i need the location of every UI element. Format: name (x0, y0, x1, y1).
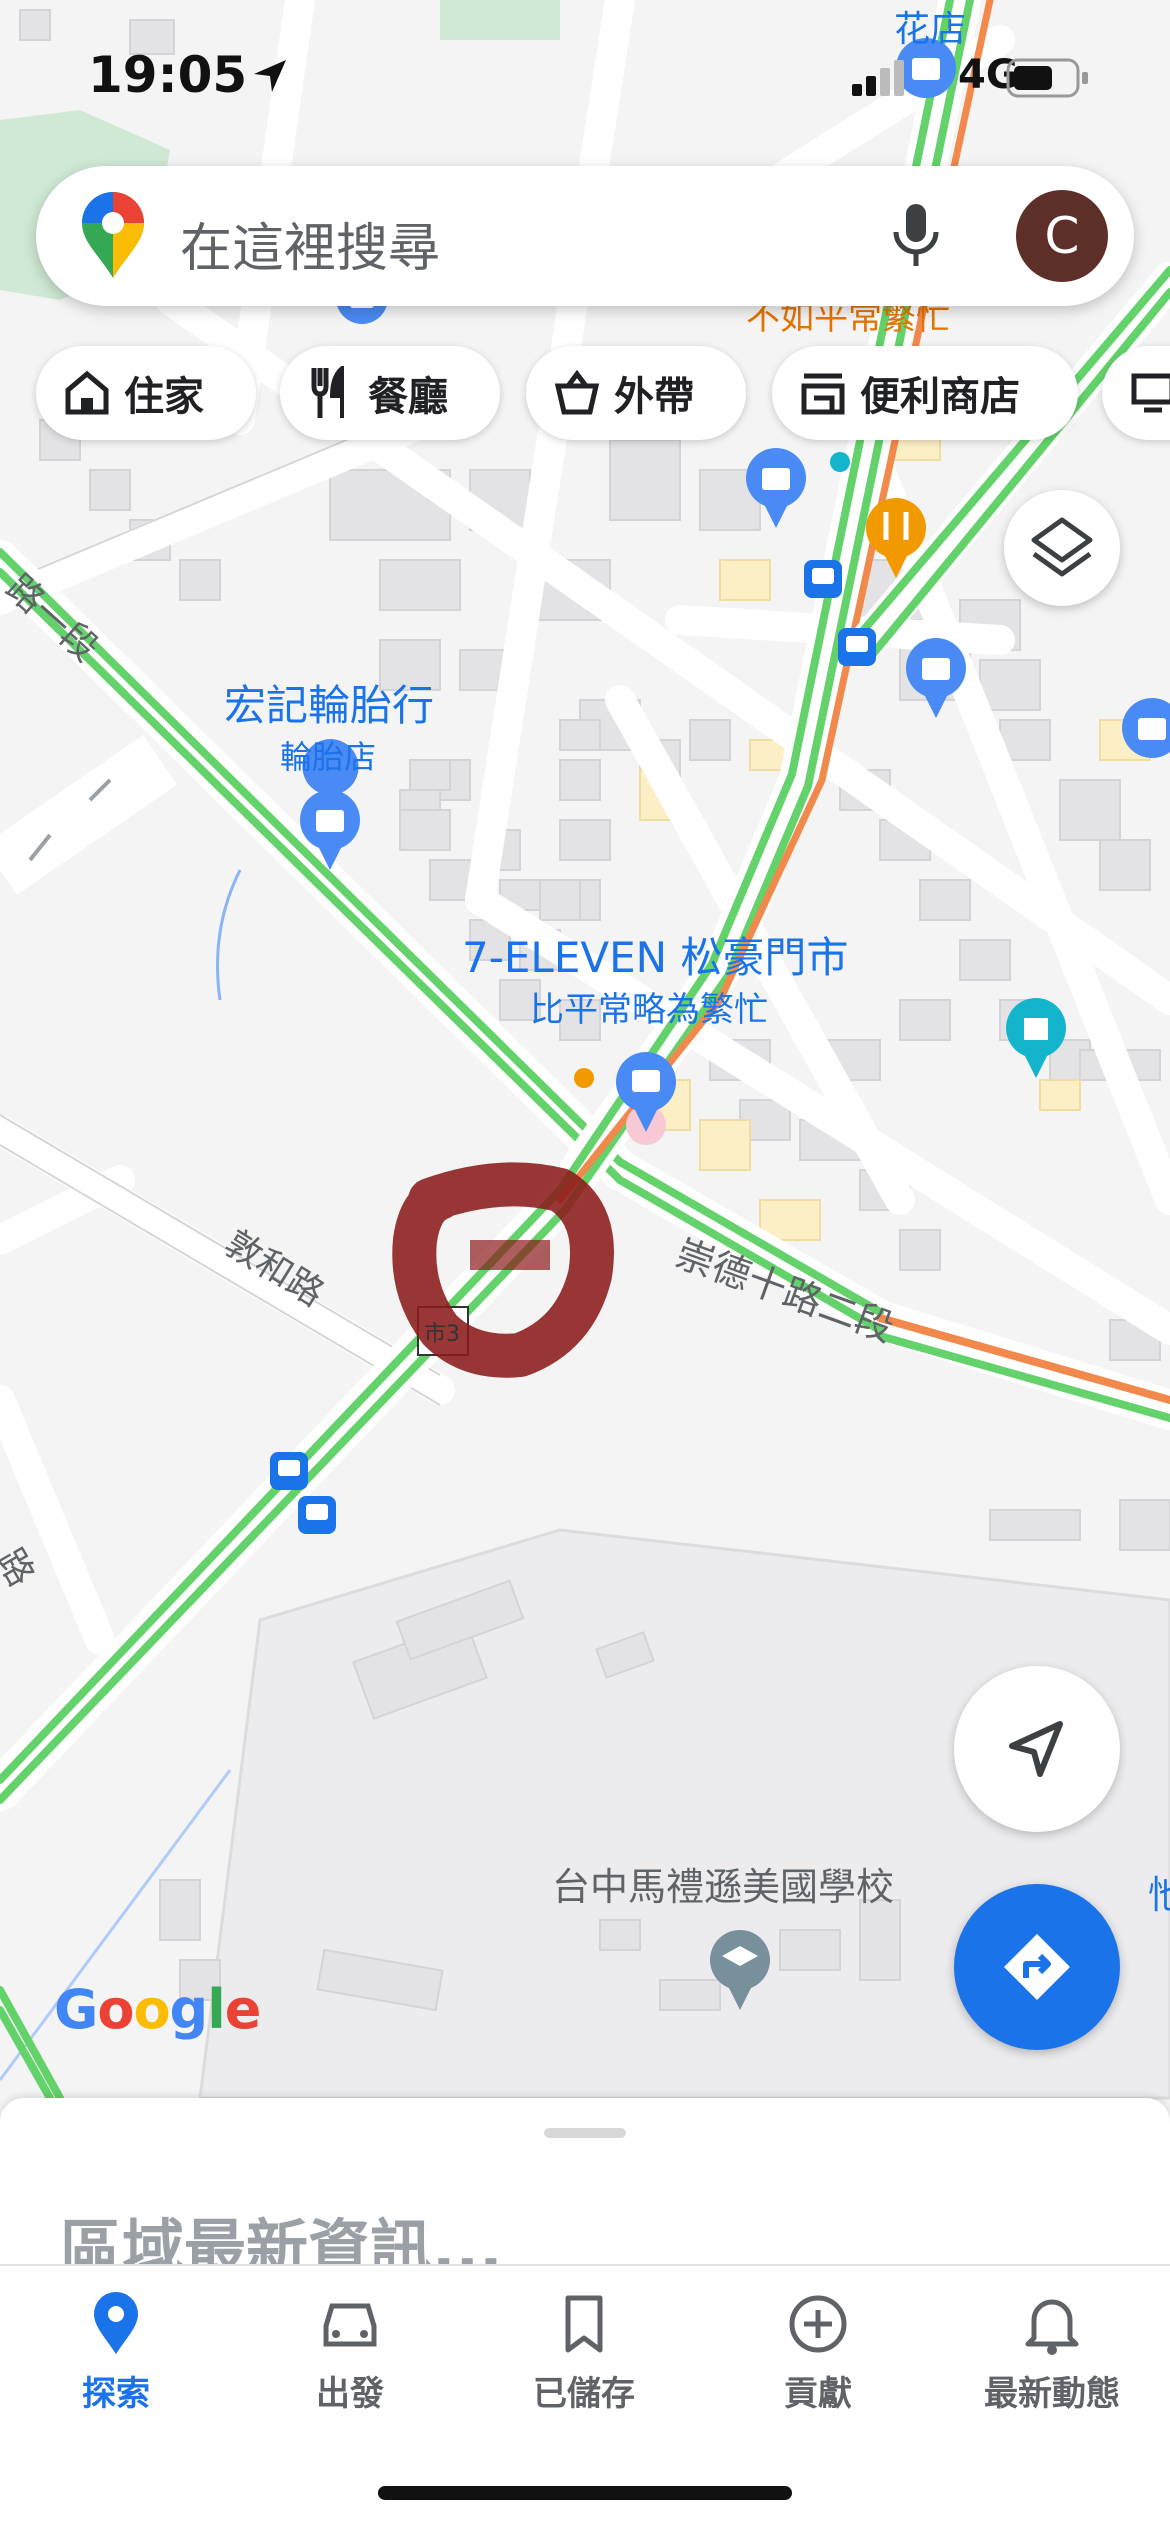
google-logo: Google (54, 1978, 261, 2041)
avatar[interactable]: C (1016, 190, 1108, 282)
chip-convenience-store-label: 便利商店 (860, 374, 1020, 420)
more-category-icon (1131, 373, 1170, 413)
directions-icon (1004, 1934, 1070, 2000)
nav-contribute-label: 貢獻 (784, 2374, 852, 2414)
nav-saved-label: 已儲存 (533, 2374, 635, 2414)
bus-stop-icon[interactable] (298, 1496, 336, 1534)
nav-saved[interactable]: 已儲存 (484, 2292, 684, 2415)
route-marker-label: 市3 (424, 1322, 460, 1347)
poi-dot[interactable] (830, 452, 850, 472)
bus-stop-icon[interactable] (804, 560, 842, 598)
map-label-seven-eleven[interactable]: 7-ELEVEN 松豪門市 (462, 924, 848, 985)
map-label-school[interactable]: 台中馬禮遜美國學校 (552, 1856, 894, 1911)
search-bar[interactable]: 在這裡搜尋 C (36, 166, 1134, 306)
chip-restaurant[interactable]: 餐廳 (280, 346, 500, 440)
restaurant-icon (311, 366, 344, 418)
nav-explore-label: 探索 (82, 2374, 150, 2414)
chip-convenience-store[interactable]: 便利商店 (772, 346, 1078, 440)
map-label-right-edge: 忚 (1148, 1873, 1170, 1917)
store-icon (801, 373, 845, 415)
bus-stop-icon[interactable] (838, 628, 876, 666)
layers-icon (1031, 517, 1093, 577)
search-placeholder[interactable]: 在這裡搜尋 (180, 206, 440, 281)
google-maps-logo-icon (82, 192, 144, 278)
chip-home-label: 住家 (124, 374, 204, 420)
poi-dot[interactable] (574, 1068, 594, 1088)
nav-updates-label: 最新動態 (984, 2374, 1120, 2414)
home-indicator[interactable] (378, 2486, 792, 2500)
map-label-tire-shop[interactable]: 宏記輪胎行 (224, 672, 434, 733)
location-arrow-icon (254, 60, 286, 92)
map-label-seven-busy: 比平常略為繁忙 (530, 990, 768, 1030)
nav-contribute[interactable]: 貢獻 (718, 2292, 918, 2415)
nav-updates[interactable]: 最新動態 (952, 2292, 1152, 2415)
home-icon (65, 370, 109, 415)
nav-explore[interactable]: 探索 (16, 2292, 216, 2415)
status-time: 19:05 (88, 46, 248, 104)
navigation-arrow-icon (1009, 1721, 1063, 1777)
signal-icon (852, 60, 904, 96)
microphone-icon[interactable] (886, 202, 946, 272)
directions-button[interactable] (954, 1884, 1120, 2050)
chip-restaurant-label: 餐廳 (368, 374, 448, 420)
map-label-tire-shop-type: 輪胎店 (280, 738, 377, 776)
chip-home[interactable]: 住家 (36, 346, 256, 440)
chip-takeout-label: 外帶 (614, 374, 694, 420)
takeout-icon (554, 370, 600, 415)
battery-icon (1006, 58, 1088, 98)
explore-pin-icon (94, 2292, 138, 2354)
bell-icon (1025, 2299, 1079, 2355)
my-location-button[interactable] (954, 1666, 1120, 1832)
add-circle-icon (789, 2295, 847, 2353)
status-bar: 19:05 4G (0, 0, 1170, 150)
chip-takeout[interactable]: 外帶 (526, 346, 746, 440)
car-icon (323, 2303, 377, 2347)
layers-button[interactable] (1004, 490, 1120, 606)
nav-go-label: 出發 (316, 2374, 384, 2414)
nav-go[interactable]: 出發 (250, 2292, 450, 2415)
bookmark-icon (565, 2295, 603, 2353)
sheet-drag-handle[interactable] (544, 2128, 626, 2138)
bus-stop-icon[interactable] (270, 1452, 308, 1490)
